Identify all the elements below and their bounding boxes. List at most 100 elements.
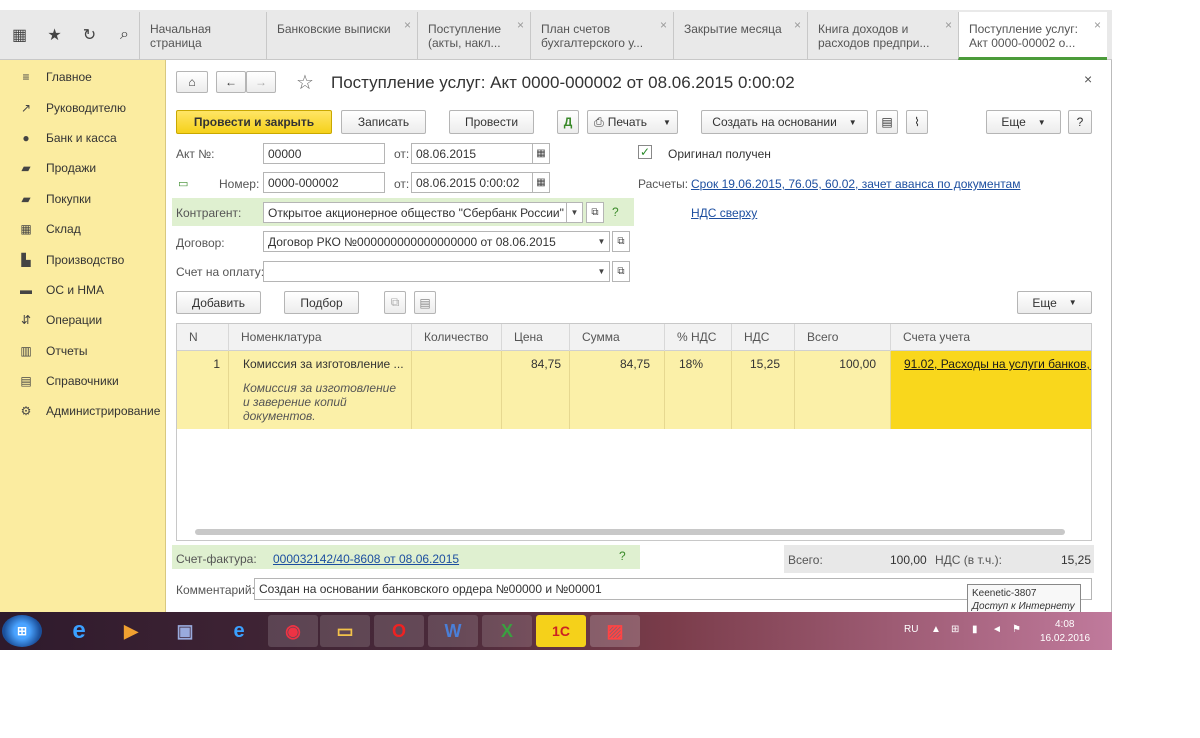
cell-vat-rate[interactable]: 18%	[665, 351, 732, 429]
column-header[interactable]: Количество	[412, 324, 502, 351]
cell-price[interactable]: 84,75	[502, 351, 570, 429]
tray-arrow-icon[interactable]: ▲	[931, 624, 941, 635]
open-icon[interactable]: ⧉	[586, 202, 604, 223]
settlements-link[interactable]: Срок 19.06.2015, 76.05, 60.02, зачет ава…	[691, 177, 1020, 191]
post-button[interactable]: Провести	[449, 110, 534, 134]
save-button[interactable]: Записать	[341, 110, 426, 134]
close-icon[interactable]: ×	[1084, 71, 1092, 87]
calendar-icon[interactable]: ▦	[532, 143, 550, 164]
tab-bank-statements[interactable]: Банковские выписки ×	[266, 12, 417, 60]
calendar-icon[interactable]: ▦	[532, 172, 550, 193]
history-icon[interactable]: ↻	[74, 19, 105, 51]
copy-icon[interactable]: ⧉	[384, 291, 406, 314]
document-icon[interactable]: ▤	[876, 110, 898, 134]
sidebar-item-manager[interactable]: ↗ Руководителю	[0, 92, 165, 122]
invoice-pay-field[interactable]	[263, 261, 595, 282]
1c-icon[interactable]: 1С	[536, 615, 586, 647]
folder-icon[interactable]: ▭	[320, 615, 370, 647]
flag-icon[interactable]: ⚑	[1012, 624, 1021, 635]
chevron-down-icon[interactable]: ▼	[567, 202, 583, 223]
apps-grid-icon[interactable]: ▦	[4, 19, 35, 51]
column-header[interactable]: НДС	[732, 324, 795, 351]
close-icon[interactable]: ×	[517, 18, 524, 32]
invoice-link[interactable]: 000032142/40-8608 от 08.06.2015	[273, 552, 459, 566]
forward-button[interactable]: →	[246, 71, 276, 93]
post-and-close-button[interactable]: Провести и закрыть	[176, 110, 332, 134]
table-row[interactable]: 1 Комиссия за изготовление ... Комиссия …	[177, 351, 1091, 429]
close-icon[interactable]: ×	[660, 18, 667, 32]
attach-icon[interactable]: ⌇	[906, 110, 928, 134]
column-header[interactable]: Цена	[502, 324, 570, 351]
clock-date[interactable]: 16.02.2016	[1040, 633, 1090, 644]
signal-icon[interactable]: ▮	[972, 624, 978, 635]
close-icon[interactable]: ×	[404, 18, 411, 32]
tab-services-receipt[interactable]: Поступление услуг: Акт 0000-00002 о... ×	[958, 12, 1107, 60]
open-icon[interactable]: ⧉	[612, 261, 630, 282]
opera-icon[interactable]: O	[374, 615, 424, 647]
cell-sum[interactable]: 84,75	[570, 351, 665, 429]
dt-kt-icon[interactable]: Д	[557, 110, 579, 134]
contractor-field[interactable]: Открытое акционерное общество "Сбербанк …	[263, 202, 567, 223]
sidebar-item-catalogs[interactable]: ▤ Справочники	[0, 366, 165, 396]
sidebar-item-reports[interactable]: ▥ Отчеты	[0, 336, 165, 366]
column-header[interactable]: Номенклатура	[229, 324, 412, 351]
tab-chart-of-accounts[interactable]: План счетов бухгалтерского у... ×	[530, 12, 673, 60]
excel-icon[interactable]: X	[482, 615, 532, 647]
ie-icon[interactable]: e	[54, 615, 104, 647]
act-date-field[interactable]: 08.06.2015	[411, 143, 533, 164]
number-date-field[interactable]: 08.06.2015 0:00:02	[411, 172, 533, 193]
tab-income-book[interactable]: Книга доходов и расходов предпри... ×	[807, 12, 958, 60]
star-icon[interactable]: ★	[39, 19, 70, 51]
cell-vat[interactable]: 15,25	[732, 351, 795, 429]
chevron-down-icon[interactable]: ▼	[594, 231, 610, 252]
sidebar-item-main[interactable]: ≡ Главное	[0, 62, 165, 92]
clock-time[interactable]: 4:08	[1055, 619, 1074, 630]
cell-total[interactable]: 100,00	[795, 351, 891, 429]
search-icon[interactable]: ⌕	[109, 19, 140, 51]
more-button[interactable]: Еще ▼	[986, 110, 1061, 134]
sidebar-item-sales[interactable]: ▰ Продажи	[0, 153, 165, 183]
chrome-icon[interactable]: ◉	[268, 615, 318, 647]
close-icon[interactable]: ×	[945, 18, 952, 32]
home-button[interactable]: ⌂	[176, 71, 208, 93]
column-header[interactable]: Всего	[795, 324, 891, 351]
invoice-help[interactable]: ?	[619, 549, 626, 563]
tab-month-close[interactable]: Закрытие месяца ×	[673, 12, 807, 60]
contractor-help[interactable]: ?	[612, 205, 619, 219]
close-icon[interactable]: ×	[1094, 18, 1101, 32]
ie-shortcut-icon[interactable]: e	[214, 615, 264, 647]
sidebar-item-bank[interactable]: ● Банк и касса	[0, 123, 165, 153]
explorer-window-icon[interactable]: ▣	[160, 615, 210, 647]
column-header[interactable]: N	[177, 324, 229, 351]
add-button[interactable]: Добавить	[176, 291, 261, 314]
sidebar-item-admin[interactable]: ⚙ Администрирование	[0, 396, 165, 426]
paste-icon[interactable]: ▤	[414, 291, 436, 314]
windows-icon[interactable]: ⊞	[951, 624, 959, 635]
sidebar-item-production[interactable]: ▙ Производство	[0, 244, 165, 274]
tab-receipts[interactable]: Поступление (акты, накл... ×	[417, 12, 530, 60]
cell-item[interactable]: Комиссия за изготовление ... Комиссия за…	[229, 351, 412, 429]
original-checkbox[interactable]: ✓	[638, 145, 652, 159]
contract-field[interactable]: Договор РКО №000000000000000000 от 08.06…	[263, 231, 595, 252]
table-more-button[interactable]: Еще ▼	[1017, 291, 1092, 314]
paint-icon[interactable]: ▨	[590, 615, 640, 647]
horizontal-scrollbar[interactable]	[195, 529, 1065, 535]
close-icon[interactable]: ×	[794, 18, 801, 32]
word-icon[interactable]: W	[428, 615, 478, 647]
column-header[interactable]: Счета учета	[891, 324, 1091, 351]
help-button[interactable]: ?	[1068, 110, 1092, 134]
create-based-button[interactable]: Создать на основании ▼	[701, 110, 868, 134]
back-button[interactable]: ←	[216, 71, 246, 93]
open-icon[interactable]: ⧉	[612, 231, 630, 252]
column-header[interactable]: % НДС	[665, 324, 732, 351]
print-button[interactable]: ⎙ Печать ▼	[587, 110, 678, 134]
chevron-down-icon[interactable]: ▼	[594, 261, 610, 282]
sidebar-item-assets[interactable]: ▬ ОС и НМА	[0, 275, 165, 305]
favorite-star-icon[interactable]: ☆	[296, 70, 314, 95]
cell-qty[interactable]	[412, 351, 502, 429]
start-button[interactable]: ⊞	[2, 615, 42, 647]
volume-icon[interactable]: ◄	[992, 624, 1002, 635]
act-number-field[interactable]: 00000	[263, 143, 385, 164]
pick-button[interactable]: Подбор	[284, 291, 359, 314]
sidebar-item-warehouse[interactable]: ▦ Склад	[0, 214, 165, 244]
